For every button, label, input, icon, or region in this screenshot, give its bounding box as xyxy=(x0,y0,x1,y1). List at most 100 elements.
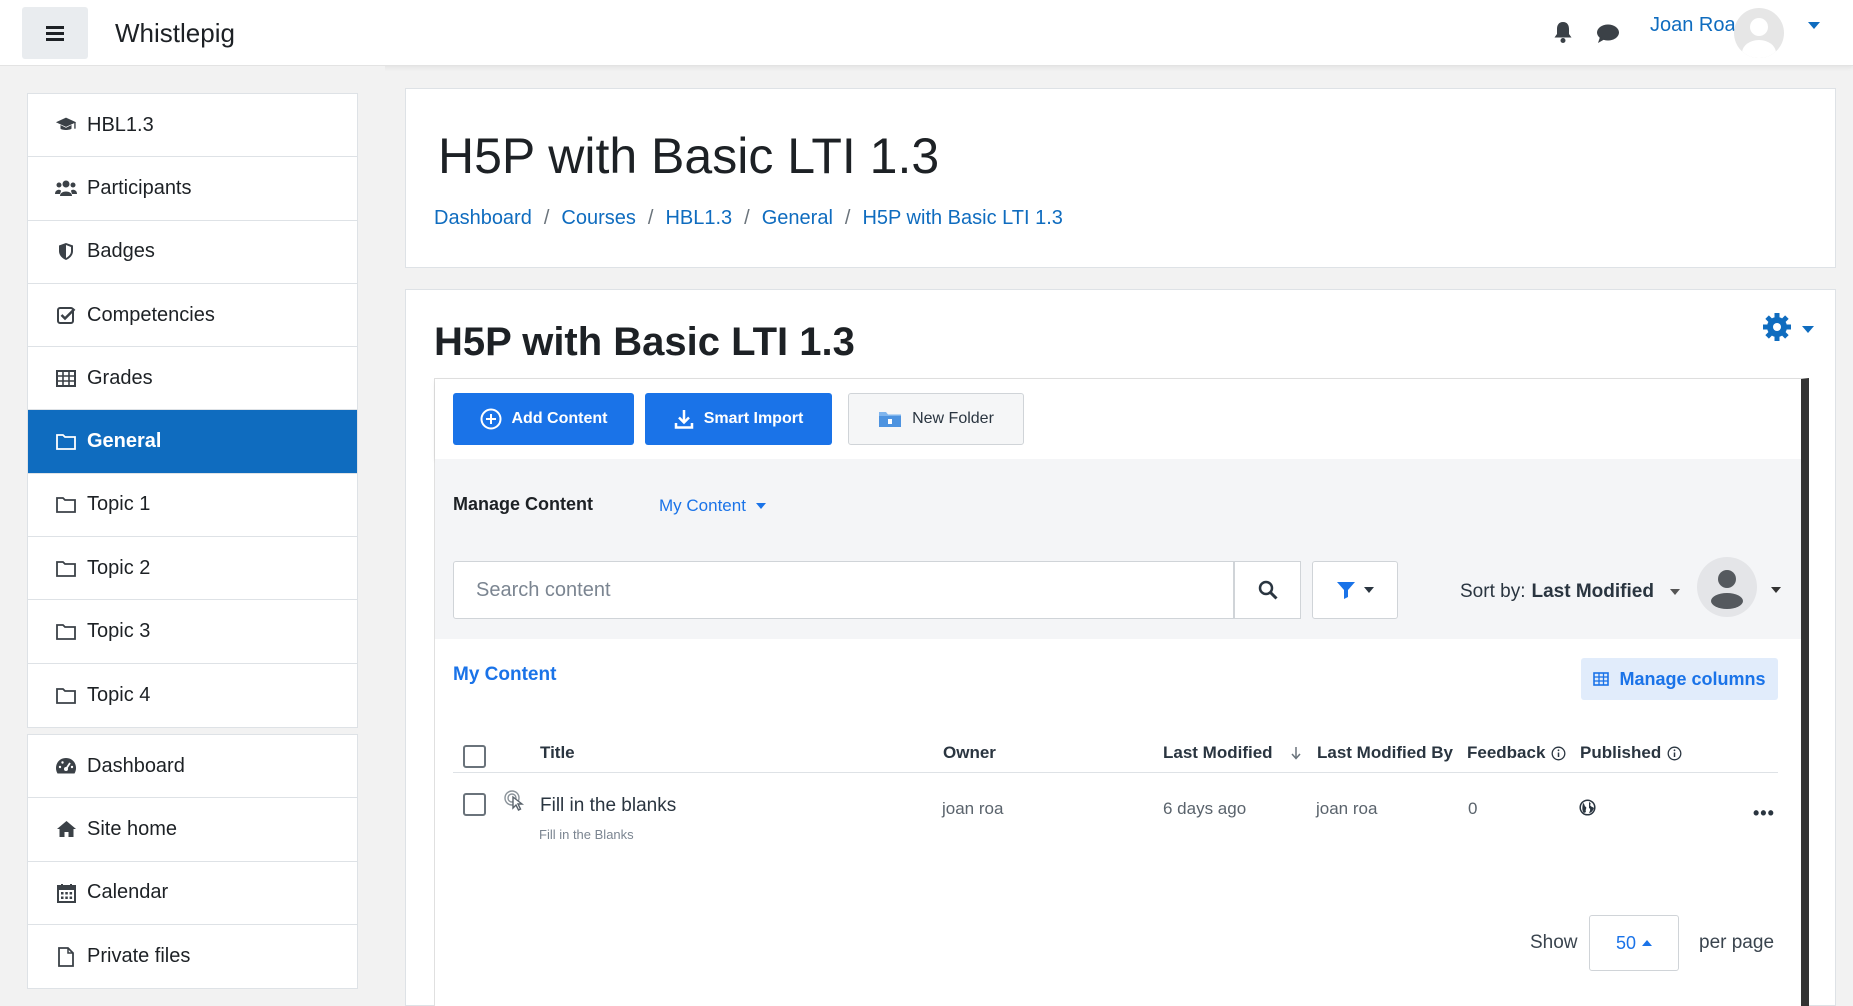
search-input[interactable] xyxy=(453,561,1234,619)
folder-icon xyxy=(55,621,77,643)
drawer-item-hbl13[interactable]: HBL1.3 xyxy=(28,94,357,158)
folder-icon xyxy=(55,494,77,516)
download-icon xyxy=(674,410,693,429)
column-published[interactable]: Published xyxy=(1580,743,1682,763)
plus-circle-icon xyxy=(480,408,501,430)
filter-button[interactable] xyxy=(1312,561,1398,619)
per-page-select[interactable]: 50 xyxy=(1589,915,1679,971)
shield-icon xyxy=(55,241,77,263)
drawer-item-label: Dashboard xyxy=(87,754,185,777)
breadcrumb-separator: / xyxy=(744,207,750,229)
content-list-heading: My Content xyxy=(453,664,557,685)
search-button[interactable] xyxy=(1234,561,1301,619)
row-title[interactable]: Fill in the blanks xyxy=(540,795,676,817)
row-content-type: Fill in the Blanks xyxy=(539,827,634,842)
sort-value: Last Modified xyxy=(1531,581,1654,602)
per-page-label: per page xyxy=(1699,932,1775,953)
breadcrumb: Dashboard / Courses / HBL1.3 / General /… xyxy=(434,207,1063,230)
bell-icon[interactable] xyxy=(1552,20,1574,44)
breadcrumb-separator: / xyxy=(844,207,851,229)
drawer-item-label: Competencies xyxy=(87,303,215,326)
owner-filter-avatar[interactable] xyxy=(1697,557,1757,617)
h5p-content-manager: Add Content Smart Import New Folder Mana… xyxy=(434,378,1809,1006)
drawer-item-topic-1[interactable]: Topic 1 xyxy=(28,474,357,538)
column-title[interactable]: Title xyxy=(540,743,575,763)
folder-icon xyxy=(55,684,77,706)
drawer-item-topic-3[interactable]: Topic 3 xyxy=(28,600,357,664)
page-header: H5P with Basic LTI 1.3 Dashboard / Cours… xyxy=(405,88,1836,268)
settings-caret-icon[interactable] xyxy=(1802,326,1814,333)
drawer-item-topic-2[interactable]: Topic 2 xyxy=(28,537,357,601)
add-content-button[interactable]: Add Content xyxy=(453,393,634,445)
drawer-item-label: Topic 1 xyxy=(87,493,151,516)
drawer-item-label: Topic 3 xyxy=(87,620,151,643)
sort-dropdown[interactable]: Sort by: Last Modified xyxy=(1460,581,1680,603)
drawer-item-dashboard[interactable]: Dashboard xyxy=(28,735,357,799)
sort-prefix: Sort by: xyxy=(1460,581,1526,602)
breadcrumb-separator: / xyxy=(543,207,550,229)
drawer-item-grades[interactable]: Grades xyxy=(28,347,357,411)
drawer-item-calendar[interactable]: Calendar xyxy=(28,862,357,925)
site-nav-group: Dashboard Site home Calendar Private fil… xyxy=(27,734,358,990)
chat-icon[interactable] xyxy=(1596,23,1620,45)
drawer-item-label: Topic 4 xyxy=(87,683,151,706)
table-header: Title Owner Last Modified Last Modified … xyxy=(453,719,1778,773)
content-scope-value: My Content xyxy=(659,496,746,515)
per-page-value: 50 xyxy=(1615,932,1637,953)
column-owner[interactable]: Owner xyxy=(943,743,996,763)
folder-plus-icon xyxy=(879,412,902,427)
breadcrumb-activity[interactable]: H5P with Basic LTI 1.3 xyxy=(862,207,1062,230)
hamburger-menu-button[interactable] xyxy=(22,7,88,59)
drawer-item-topic-4[interactable]: Topic 4 xyxy=(28,664,357,727)
column-last-modified[interactable]: Last Modified xyxy=(1163,743,1303,763)
breadcrumb-courses[interactable]: Courses xyxy=(561,207,635,230)
checkbox-icon xyxy=(55,304,77,326)
course-nav-group: HBL1.3 Participants Badges Competencies … xyxy=(27,93,358,728)
column-last-modified-label: Last Modified xyxy=(1163,743,1273,762)
info-icon[interactable] xyxy=(1667,746,1682,761)
user-menu-caret-icon[interactable] xyxy=(1808,22,1820,29)
drawer-item-site-home[interactable]: Site home xyxy=(28,798,357,862)
new-folder-button[interactable]: New Folder xyxy=(848,393,1024,445)
owner-filter-caret-icon[interactable] xyxy=(1771,587,1781,593)
add-content-label: Add Content xyxy=(511,410,608,427)
smart-import-button[interactable]: Smart Import xyxy=(645,393,832,445)
breadcrumb-dashboard[interactable]: Dashboard xyxy=(434,207,532,230)
main-content: H5P with Basic LTI 1.3 Add Content Smart… xyxy=(405,289,1836,1006)
info-icon[interactable] xyxy=(1551,746,1566,761)
table-row[interactable]: Fill in the blanks Fill in the Blanks jo… xyxy=(453,773,1778,853)
user-name[interactable]: Joan Roa xyxy=(1650,14,1736,37)
show-label: Show xyxy=(1530,932,1578,953)
hamburger-icon xyxy=(46,31,64,35)
table-icon xyxy=(1593,672,1610,686)
select-all-checkbox[interactable] xyxy=(463,745,486,768)
column-feedback[interactable]: Feedback xyxy=(1467,743,1566,763)
breadcrumb-section[interactable]: General xyxy=(762,207,833,230)
user-silhouette-icon xyxy=(1711,570,1743,609)
column-last-modified-by-label: Last Modified By xyxy=(1317,743,1454,762)
site-name[interactable]: Whistlepig xyxy=(115,18,235,49)
h5p-toolbar: Add Content Smart Import New Folder xyxy=(435,379,1801,459)
row-actions-menu[interactable]: ••• xyxy=(1753,803,1775,824)
drawer-item-label: Calendar xyxy=(87,881,169,904)
user-avatar[interactable] xyxy=(1734,8,1784,58)
column-published-label: Published xyxy=(1580,743,1662,762)
new-folder-label: New Folder xyxy=(912,410,994,427)
home-icon xyxy=(55,818,77,840)
manage-columns-button[interactable]: Manage columns xyxy=(1581,658,1778,700)
drawer-item-private-files[interactable]: Private files xyxy=(28,925,357,988)
row-checkbox[interactable] xyxy=(463,793,486,816)
drawer-item-label: Topic 2 xyxy=(87,556,151,579)
column-last-modified-by[interactable]: Last Modified By xyxy=(1317,743,1453,763)
drawer-item-label: Site home xyxy=(87,817,178,840)
drawer-item-badges[interactable]: Badges xyxy=(28,221,357,284)
drawer-item-general[interactable]: General xyxy=(28,410,357,474)
chevron-up-icon xyxy=(1642,940,1653,946)
gear-icon[interactable] xyxy=(1762,312,1792,342)
drawer-item-participants[interactable]: Participants xyxy=(28,157,357,221)
content-scope-dropdown[interactable]: My Content xyxy=(659,496,766,516)
activity-title: H5P with Basic LTI 1.3 xyxy=(434,320,855,364)
drawer-item-competencies[interactable]: Competencies xyxy=(28,284,357,348)
drawer-item-label: Grades xyxy=(87,366,153,389)
breadcrumb-course[interactable]: HBL1.3 xyxy=(665,207,732,230)
